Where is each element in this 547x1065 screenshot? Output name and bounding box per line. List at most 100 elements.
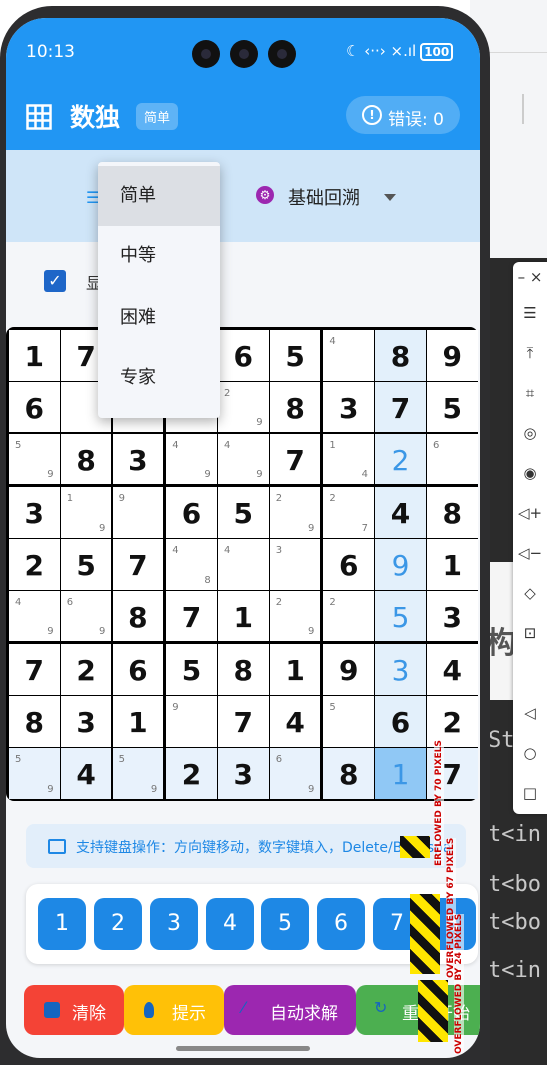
upload-icon[interactable]: ⤒ (513, 344, 547, 362)
sudoku-cell[interactable]: 6 (323, 539, 374, 590)
algorithm-selector[interactable]: 基础回溯 (288, 184, 360, 210)
dropdown-option-hard[interactable]: 困难 (98, 288, 220, 348)
sudoku-cell[interactable]: 48 (166, 539, 217, 590)
sudoku-cell[interactable]: 6 (112, 644, 164, 695)
sudoku-cell[interactable]: 29 (218, 381, 269, 433)
sudoku-cell[interactable]: 8 (9, 696, 60, 747)
sudoku-cell[interactable]: 59 (112, 748, 164, 799)
number-button-3[interactable]: 3 (150, 898, 198, 950)
sudoku-cell[interactable]: 69 (60, 590, 112, 642)
number-button-5[interactable]: 5 (261, 898, 309, 950)
sudoku-cell[interactable]: 14 (323, 433, 374, 485)
sudoku-cell[interactable]: 1 (9, 330, 60, 381)
sudoku-cell[interactable]: 1 (375, 748, 426, 799)
volume-up-icon[interactable]: ◁+ (513, 504, 547, 522)
dropdown-option-expert[interactable]: 专家 (98, 348, 220, 408)
sudoku-cell[interactable]: 8 (112, 590, 164, 642)
sudoku-cell[interactable]: 8 (375, 330, 426, 381)
sudoku-cell[interactable]: 2 (375, 433, 426, 485)
volume-down-icon[interactable]: ◁− (513, 544, 547, 562)
back-icon[interactable]: ◁ (513, 704, 547, 722)
sudoku-cell[interactable]: 29 (269, 590, 321, 642)
auto-solve-button[interactable]: ⁄ 自动求解 (224, 985, 356, 1035)
sudoku-cell[interactable]: 7 (112, 539, 164, 590)
sudoku-cell[interactable]: 1 (427, 539, 478, 590)
sudoku-cell[interactable]: 49 (218, 433, 269, 485)
sudoku-cell[interactable]: 8 (427, 487, 478, 538)
home-indicator[interactable] (176, 1046, 310, 1051)
sudoku-cell[interactable]: 5 (218, 487, 269, 538)
sudoku-cell[interactable]: 2 (323, 590, 374, 642)
sudoku-cell[interactable]: 9 (375, 539, 426, 590)
sudoku-cell[interactable]: 8 (60, 433, 112, 485)
show-notes-checkbox[interactable]: ✓ (44, 270, 66, 292)
home-icon[interactable]: ○ (513, 744, 547, 762)
sudoku-cell[interactable]: 5 (375, 590, 426, 642)
sudoku-cell[interactable]: 29 (269, 487, 321, 538)
sudoku-cell[interactable]: 5 (166, 644, 217, 695)
sudoku-cell[interactable]: 5 (323, 696, 374, 747)
sudoku-cell[interactable]: 4 (218, 539, 269, 590)
number-button-6[interactable]: 6 (317, 898, 365, 950)
sudoku-cell[interactable]: 7 (375, 381, 426, 433)
sudoku-cell[interactable]: 4 (60, 748, 112, 799)
sudoku-cell[interactable]: 8 (218, 644, 269, 695)
sudoku-cell[interactable]: 49 (9, 590, 60, 642)
number-button-1[interactable]: 1 (38, 898, 86, 950)
sudoku-cell[interactable]: 3 (269, 539, 321, 590)
menu-icon[interactable]: ☰ (513, 304, 547, 322)
sudoku-cell[interactable]: 3 (218, 748, 269, 799)
sudoku-cell[interactable]: 19 (60, 487, 112, 538)
sudoku-cell[interactable]: 7 (9, 644, 60, 695)
sudoku-cell[interactable]: 6 (375, 696, 426, 747)
chevron-down-icon[interactable] (384, 194, 396, 201)
sudoku-cell[interactable]: 9 (427, 330, 478, 381)
sudoku-cell[interactable]: 2 (166, 748, 217, 799)
sudoku-cell[interactable]: 9 (323, 644, 374, 695)
sudoku-cell[interactable]: 3 (112, 433, 164, 485)
location-icon[interactable]: ◎ (513, 424, 547, 442)
sudoku-cell[interactable]: 4 (269, 696, 321, 747)
sudoku-cell[interactable]: 4 (375, 487, 426, 538)
camera-icon[interactable]: ◉ (513, 464, 547, 482)
sudoku-cell[interactable]: 5 (60, 539, 112, 590)
sudoku-cell[interactable]: 59 (9, 433, 60, 485)
sudoku-cell[interactable]: 8 (269, 381, 321, 433)
crop-icon[interactable]: ⌗ (513, 384, 547, 402)
sudoku-cell[interactable]: 9 (166, 696, 217, 747)
sudoku-cell[interactable]: 2 (60, 644, 112, 695)
sudoku-cell[interactable]: 27 (323, 487, 374, 538)
sudoku-cell[interactable]: 59 (9, 748, 60, 799)
hint-button[interactable]: 提示 (124, 985, 224, 1035)
dropdown-option-easy[interactable]: 简单 (98, 166, 220, 226)
sudoku-cell[interactable]: 1 (269, 644, 321, 695)
sudoku-cell[interactable]: 3 (375, 644, 426, 695)
sudoku-cell[interactable]: 7 (218, 696, 269, 747)
sudoku-cell[interactable]: 6 (9, 381, 60, 433)
number-button-4[interactable]: 4 (206, 898, 254, 950)
sudoku-cell[interactable]: 4 (323, 330, 374, 381)
sudoku-cell[interactable]: 6 (218, 330, 269, 381)
sudoku-cell[interactable]: 5 (269, 330, 321, 381)
sudoku-cell[interactable]: 4 (427, 644, 478, 695)
fold-icon[interactable]: ⊡ (513, 624, 547, 642)
overview-icon[interactable]: □ (513, 784, 547, 802)
sudoku-cell[interactable]: 7 (166, 590, 217, 642)
clear-button[interactable]: 清除 (24, 985, 124, 1035)
sudoku-cell[interactable]: 1 (112, 696, 164, 747)
sudoku-cell[interactable]: 6 (166, 487, 217, 538)
sudoku-cell[interactable]: 69 (269, 748, 321, 799)
sudoku-cell[interactable]: 8 (323, 748, 374, 799)
sudoku-cell[interactable]: 49 (166, 433, 217, 485)
sudoku-cell[interactable]: 9 (112, 487, 164, 538)
number-button-2[interactable]: 2 (94, 898, 142, 950)
rotate-icon[interactable]: ◇ (513, 584, 547, 602)
sudoku-cell[interactable]: 3 (60, 696, 112, 747)
close-icon[interactable]: – × (513, 268, 547, 286)
sudoku-cell[interactable]: 7 (269, 433, 321, 485)
sudoku-cell[interactable]: 6 (427, 433, 478, 485)
sudoku-cell[interactable]: 3 (9, 487, 60, 538)
sudoku-cell[interactable]: 1 (218, 590, 269, 642)
sudoku-cell[interactable]: 3 (323, 381, 374, 433)
sudoku-cell[interactable]: 3 (427, 590, 478, 642)
